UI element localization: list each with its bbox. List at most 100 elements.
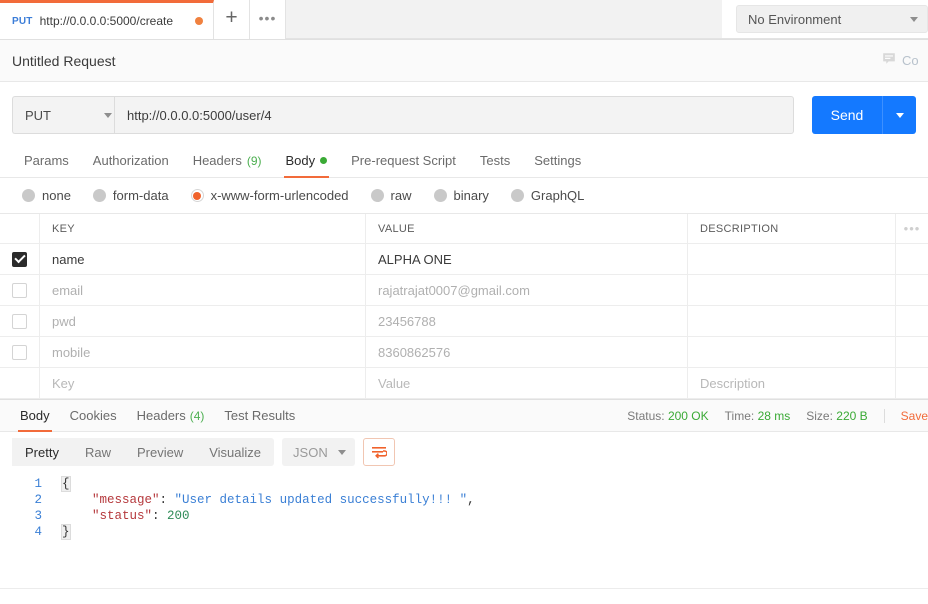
new-tab-button[interactable]: + bbox=[214, 0, 250, 39]
viewer-bottom-edge bbox=[0, 588, 928, 604]
request-name-row: Untitled Request Co bbox=[0, 40, 928, 82]
http-method-selector[interactable]: PUT bbox=[12, 96, 124, 134]
row-key[interactable]: pwd bbox=[40, 306, 366, 336]
word-wrap-button[interactable] bbox=[362, 438, 395, 466]
body-type-options: none form-data x-www-form-urlencoded raw… bbox=[0, 178, 928, 213]
code-token: "User details updated successfully!!! " bbox=[174, 493, 468, 507]
table-row[interactable]: pwd 23456788 bbox=[0, 306, 928, 337]
row-key[interactable]: name bbox=[40, 244, 366, 274]
request-tab[interactable]: PUT http://0.0.0.0:5000/create bbox=[0, 0, 214, 39]
request-actions: Co bbox=[882, 52, 928, 69]
tab-pre-request-script[interactable]: Pre-request Script bbox=[339, 153, 468, 177]
response-tab-test-results[interactable]: Test Results bbox=[214, 408, 305, 431]
body-type-raw[interactable]: raw bbox=[370, 188, 412, 203]
row-checkbox-cell[interactable] bbox=[0, 337, 40, 367]
checkbox-unchecked-icon[interactable] bbox=[12, 344, 27, 360]
response-view-modes: Pretty Raw Preview Visualize bbox=[12, 438, 275, 466]
bulk-edit-button[interactable]: ••• bbox=[896, 214, 928, 243]
view-mode-raw[interactable]: Raw bbox=[72, 438, 124, 466]
postman-app: PUT http://0.0.0.0:5000/create + ••• No … bbox=[0, 0, 928, 604]
code-token: { bbox=[61, 476, 71, 492]
row-value[interactable]: rajatrajat0007@gmail.com bbox=[366, 275, 688, 305]
row-value[interactable]: 8360862576 bbox=[366, 337, 688, 367]
row-checkbox-cell[interactable] bbox=[0, 275, 40, 305]
send-group: Send bbox=[812, 96, 916, 134]
tab-label: Cookies bbox=[69, 408, 117, 423]
request-tab-url: http://0.0.0.0:5000/create bbox=[39, 14, 174, 28]
meta-divider bbox=[883, 409, 885, 423]
view-mode-preview[interactable]: Preview bbox=[124, 438, 196, 466]
row-checkbox-cell[interactable] bbox=[0, 306, 40, 336]
tab-params[interactable]: Params bbox=[12, 153, 81, 177]
tab-label: Body bbox=[20, 408, 50, 423]
checkbox-checked-icon[interactable] bbox=[12, 251, 27, 267]
row-description[interactable] bbox=[688, 306, 896, 336]
body-type-binary[interactable]: binary bbox=[433, 188, 489, 203]
checkbox-unchecked-icon[interactable] bbox=[12, 313, 27, 329]
view-mode-pretty[interactable]: Pretty bbox=[12, 438, 72, 466]
radio-icon bbox=[92, 189, 106, 202]
url-input-value: http://0.0.0.0:5000/user/4 bbox=[127, 107, 272, 123]
size-badge: Size: 220 B bbox=[806, 409, 867, 423]
time-badge: Time: 28 ms bbox=[725, 409, 791, 423]
table-row[interactable]: name ALPHA ONE bbox=[0, 244, 928, 275]
tab-authorization[interactable]: Authorization bbox=[81, 153, 181, 177]
tab-headers[interactable]: Headers (9) bbox=[181, 153, 274, 177]
response-language-selector[interactable]: JSON bbox=[282, 438, 355, 466]
row-key[interactable]: mobile bbox=[40, 337, 366, 367]
send-options-button[interactable] bbox=[882, 96, 916, 134]
tab-body[interactable]: Body bbox=[274, 153, 340, 178]
comment-icon[interactable] bbox=[882, 52, 896, 69]
new-row-value-input[interactable]: Value bbox=[366, 368, 688, 398]
table-row-empty[interactable]: Key Value Description bbox=[0, 368, 928, 399]
code-line: { bbox=[61, 476, 928, 492]
tab-label: Authorization bbox=[92, 153, 169, 168]
http-method-label: PUT bbox=[25, 107, 51, 123]
tab-tests[interactable]: Tests bbox=[468, 153, 522, 177]
body-type-label: GraphQL bbox=[530, 188, 585, 203]
response-meta: Status: 200 OK Time: 28 ms Size: 220 B S… bbox=[627, 409, 928, 431]
table-row[interactable]: email rajatrajat0007@gmail.com bbox=[0, 275, 928, 306]
environment-selector[interactable]: No Environment bbox=[736, 5, 928, 33]
response-tab-body[interactable]: Body bbox=[10, 408, 60, 432]
time-label: Time: bbox=[724, 409, 755, 423]
send-button[interactable]: Send bbox=[812, 96, 882, 134]
column-header-value: VALUE bbox=[366, 214, 688, 243]
table-row[interactable]: mobile 8360862576 bbox=[0, 337, 928, 368]
response-json-code[interactable]: { "message": "User details updated succe… bbox=[50, 472, 928, 588]
row-end-cell bbox=[896, 306, 928, 336]
row-value[interactable]: ALPHA ONE bbox=[366, 244, 688, 274]
new-row-description-input[interactable]: Description bbox=[688, 368, 896, 398]
size-value: 220 B bbox=[836, 409, 868, 423]
save-response-button[interactable]: Save bbox=[901, 409, 928, 423]
tab-settings[interactable]: Settings bbox=[522, 153, 593, 177]
response-tab-headers[interactable]: Headers (4) bbox=[127, 408, 215, 431]
response-tab-cookies[interactable]: Cookies bbox=[60, 408, 127, 431]
row-description[interactable] bbox=[688, 275, 896, 305]
view-mode-visualize[interactable]: Visualize bbox=[196, 438, 274, 466]
row-checkbox-cell[interactable] bbox=[0, 244, 40, 274]
tab-label: Test Results bbox=[224, 408, 296, 423]
row-description[interactable] bbox=[688, 337, 896, 367]
code-token: "status" bbox=[92, 509, 153, 523]
checkbox-unchecked-icon[interactable] bbox=[12, 282, 27, 298]
code-token: : bbox=[159, 493, 175, 507]
body-type-form-data[interactable]: form-data bbox=[92, 188, 169, 203]
url-bar: PUT http://0.0.0.0:5000/user/4 Send bbox=[0, 82, 928, 146]
body-type-none[interactable]: none bbox=[22, 188, 71, 203]
body-type-graphql[interactable]: GraphQL bbox=[510, 188, 585, 203]
response-body-viewer[interactable]: 1 2 3 4 { "message": "User details updat… bbox=[0, 472, 928, 588]
row-value[interactable]: 23456788 bbox=[366, 306, 688, 336]
environment-area: No Environment bbox=[722, 0, 928, 39]
row-key[interactable]: email bbox=[40, 275, 366, 305]
row-description[interactable] bbox=[688, 244, 896, 274]
tab-options-button[interactable]: ••• bbox=[250, 0, 286, 39]
line-number: 1 bbox=[34, 477, 42, 491]
new-row-key-input[interactable]: Key bbox=[40, 368, 366, 398]
url-input[interactable]: http://0.0.0.0:5000/user/4 bbox=[114, 96, 794, 134]
body-type-x-www-form-urlencoded[interactable]: x-www-form-urlencoded bbox=[190, 188, 349, 203]
comments-label: Co bbox=[902, 53, 919, 68]
tab-label: Pre-request Script bbox=[351, 153, 456, 168]
